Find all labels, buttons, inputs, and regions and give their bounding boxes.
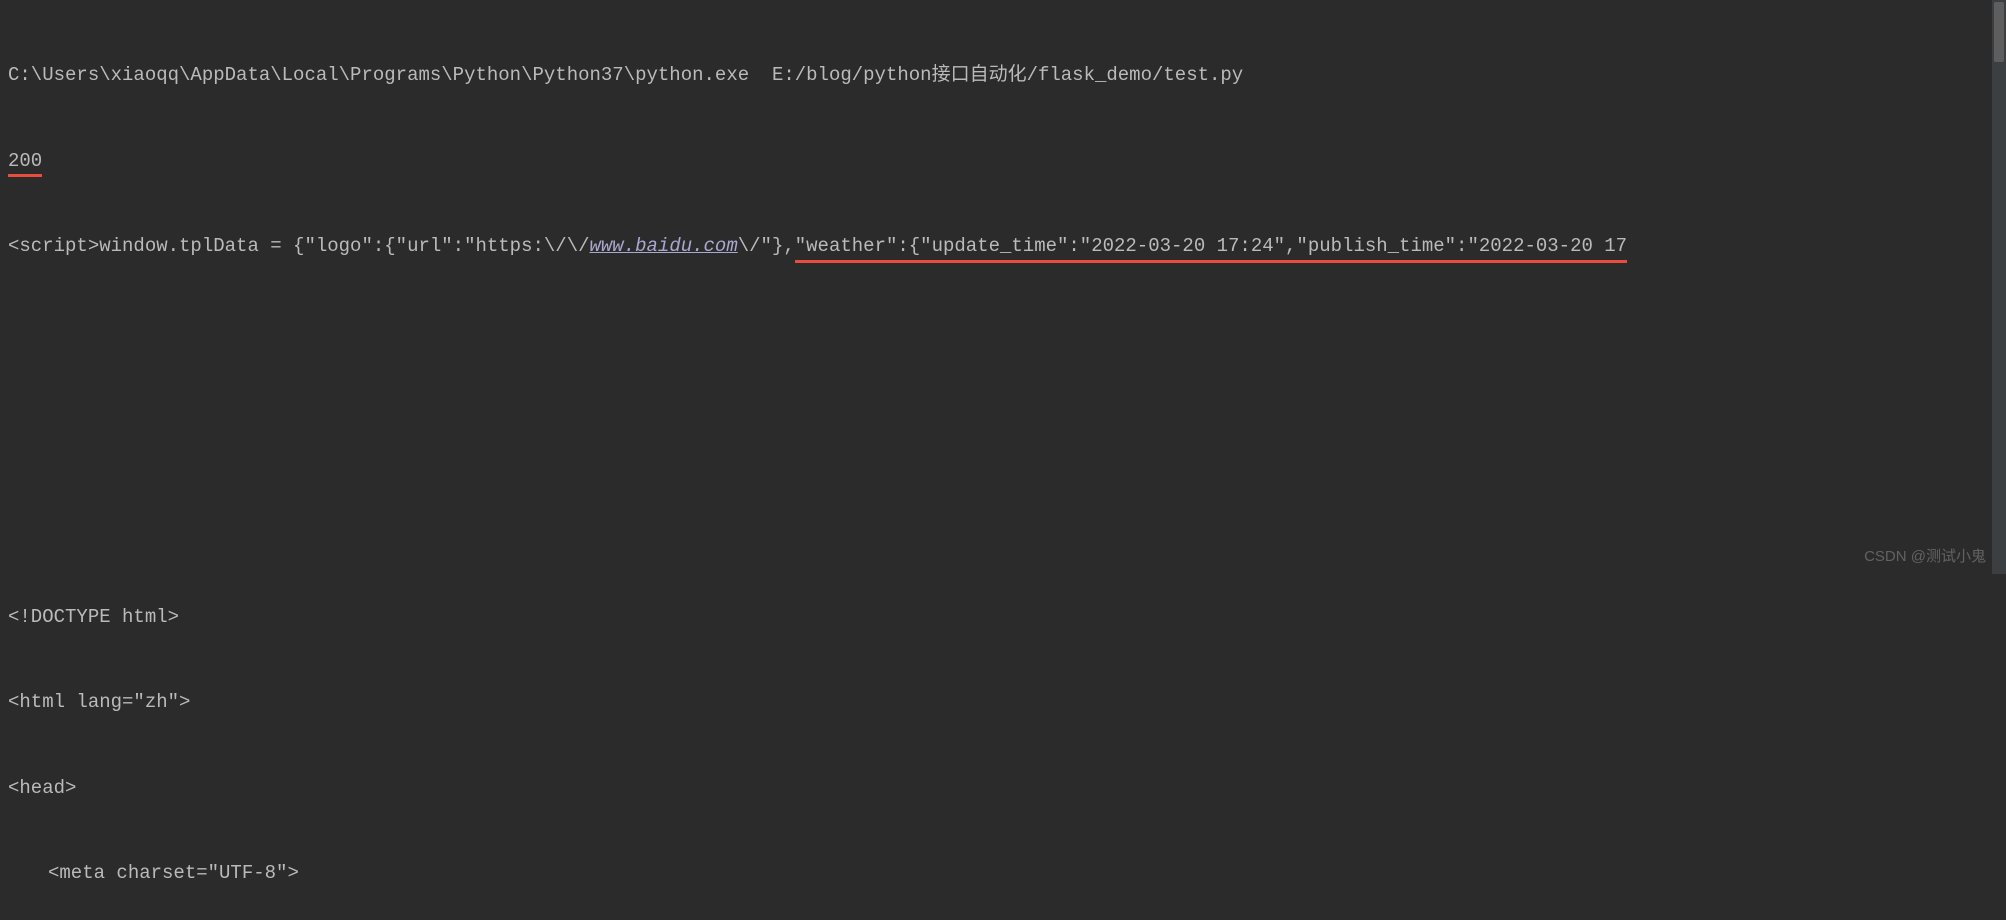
blank-space — [8, 318, 1998, 546]
meta-line: <meta charset="UTF-8"> — [8, 859, 1998, 888]
html-tag: <html lang="zh"> — [8, 688, 1998, 717]
watermark: CSDN @测试小鬼 — [1864, 546, 1986, 569]
script-path: E:/blog/python接口自动化/flask_demo/test.py — [772, 64, 1243, 86]
meta-tag: <meta charset="UTF-8"> — [48, 862, 299, 884]
python-exe-path: C:\Users\xiaoqq\AppData\Local\Programs\P… — [8, 64, 749, 86]
json-prefix: <script>window.tplData = {"logo":{"url":… — [8, 235, 590, 257]
head-tag: <head> — [8, 774, 1998, 803]
status-code: 200 — [8, 147, 42, 176]
console-output: C:\Users\xiaoqq\AppData\Local\Programs\P… — [0, 0, 2006, 920]
html-doctype: <!DOCTYPE html> — [8, 603, 1998, 632]
scrollbar-thumb[interactable] — [1994, 2, 2004, 62]
weather-json: "weather":{"update_time":"2022-03-20 17:… — [795, 232, 1627, 261]
url-link[interactable]: www.baidu.com — [590, 235, 738, 257]
command-line: C:\Users\xiaoqq\AppData\Local\Programs\P… — [8, 61, 1998, 90]
json-after-link: \/"}, — [738, 235, 795, 257]
status-line: 200 — [8, 147, 1998, 176]
vertical-scrollbar[interactable] — [1992, 0, 2006, 574]
script-output-line: <script>window.tplData = {"logo":{"url":… — [8, 232, 1998, 261]
